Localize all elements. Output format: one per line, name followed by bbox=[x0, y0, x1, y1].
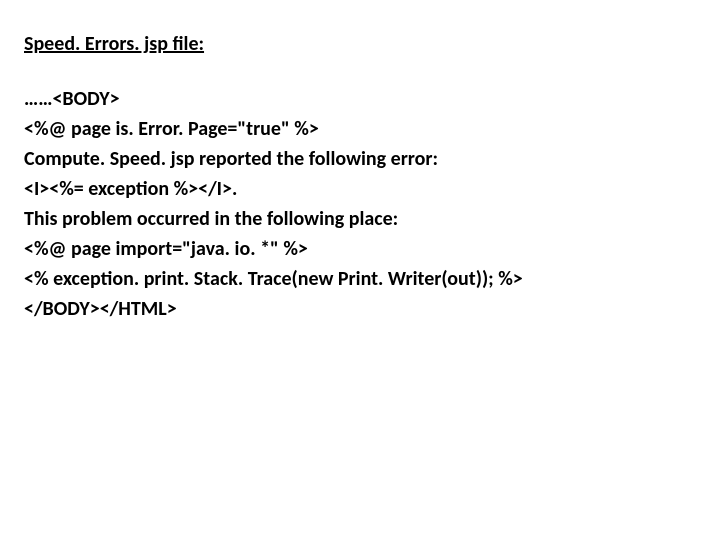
code-line: <%@ page is. Error. Page="true" %> bbox=[24, 114, 696, 144]
code-line: </BODY></HTML> bbox=[24, 294, 696, 324]
code-line: <I><%= exception %></I>. bbox=[24, 174, 696, 204]
code-line: This problem occurred in the following p… bbox=[24, 204, 696, 234]
file-title: Speed. Errors. jsp file: bbox=[24, 32, 696, 56]
code-line: <%@ page import="java. io. *" %> bbox=[24, 234, 696, 264]
code-line: ……<BODY> bbox=[24, 84, 696, 114]
code-line: Compute. Speed. jsp reported the followi… bbox=[24, 144, 696, 174]
code-block: ……<BODY> <%@ page is. Error. Page="true"… bbox=[24, 84, 696, 324]
code-line: <% exception. print. Stack. Trace(new Pr… bbox=[24, 264, 696, 294]
